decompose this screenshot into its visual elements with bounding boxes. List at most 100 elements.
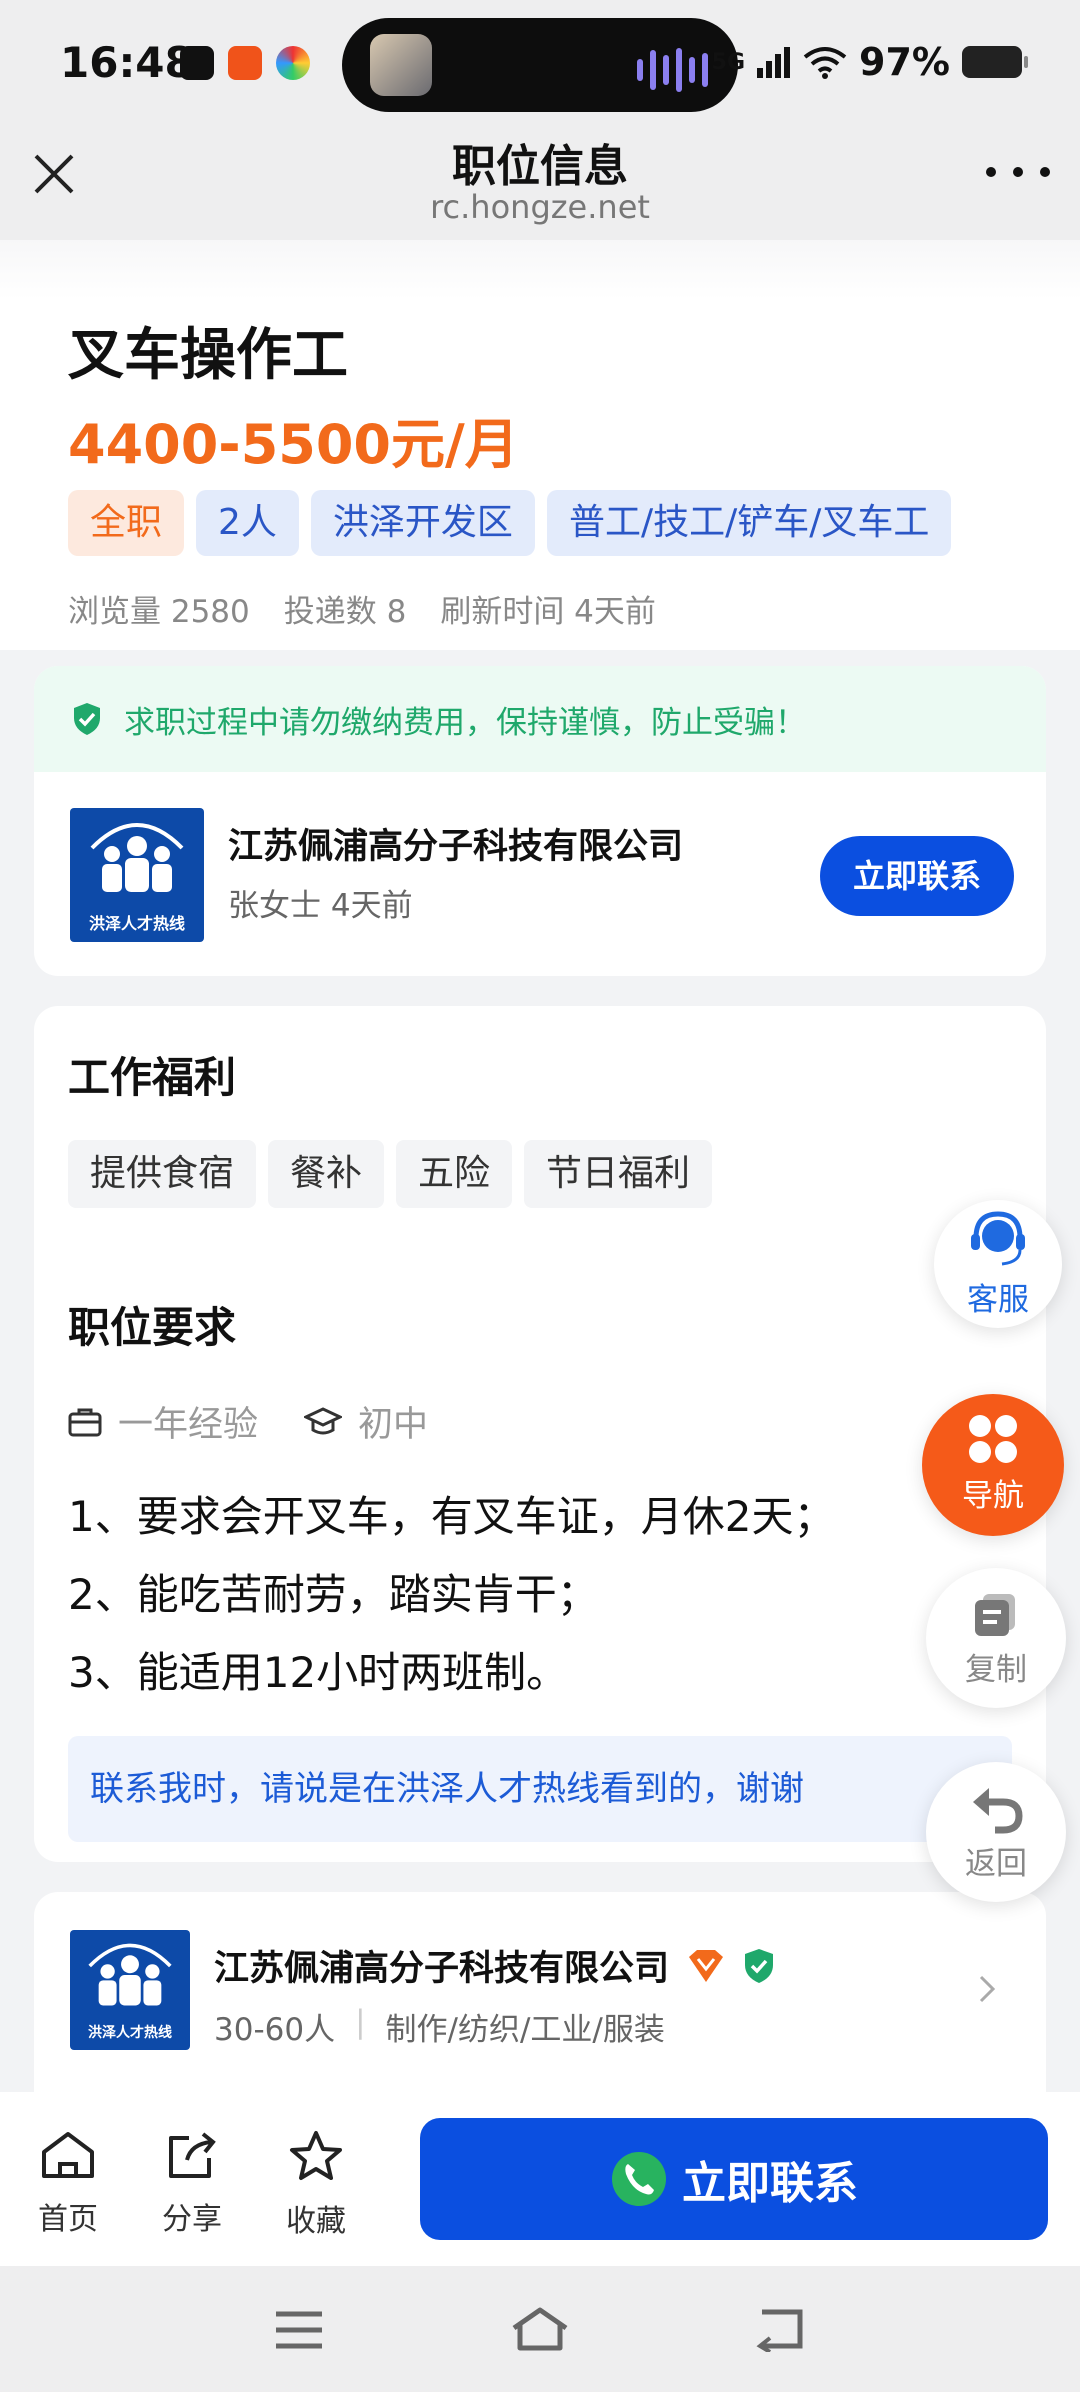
battery-icon [962,46,1028,78]
back-label: 返回 [965,1846,1027,1882]
dynamic-island [342,18,738,112]
company-card[interactable]: 洪泽人才热线 江苏佩浦高分子科技有限公司 30-60人 | 制作/纺织/工业/服… [34,1892,1046,2092]
job-salary: 4400-5500元/月 [68,413,519,476]
copy-icon [975,1594,1015,1636]
share-button[interactable]: 分享 [142,2130,242,2238]
share-label: 分享 [162,2202,222,2237]
experience-requirement: 一年经验 [118,1405,259,1445]
benefit-tag: 提供食宿 [68,1140,257,1208]
audio-wave-icon [637,48,708,92]
company-logo: 洪泽人才热线 [70,808,204,942]
menu-icon[interactable] [274,2310,324,2350]
copy-button[interactable]: 复制 [926,1568,1066,1708]
contact-person: 张女士 4天前 [228,888,413,924]
music-app-icon [180,46,214,80]
company-size: 30-60人 [214,2012,336,2048]
benefit-tag: 五险 [396,1140,513,1208]
view-count: 浏览量 2580 [68,594,250,630]
contact-now-primary-button[interactable]: 立即联系 [420,2118,1048,2240]
job-summary: 叉车操作工 4400-5500元/月 全职 2人 洪泽开发区 普工/技工/铲车/… [0,240,1080,650]
page-url: rc.hongze.net [430,188,650,226]
fraud-warning: 求职过程中请勿缴纳费用，保持谨慎，防止受骗！ [34,666,1046,772]
education-requirement: 初中 [358,1405,429,1445]
contact-now-button[interactable]: 立即联系 [820,836,1014,916]
job-stats: 浏览量 2580 投递数 8 刷新时间 4天前 [68,586,656,631]
job-tags: 全职 2人 洪泽开发区 普工/技工/铲车/叉车工 [68,490,952,556]
logo-text: 洪泽人才热线 [88,914,185,933]
job-tag: 全职 [68,490,185,556]
verified-shield-icon [745,1948,774,1983]
nav-label: 导航 [962,1478,1024,1514]
page-title: 职位信息 [452,141,628,192]
requirement-lines: 1、要求会开叉车，有叉车证，月休2天； 2、能吃苦耐劳，踏实肯干； 3、能适用1… [68,1478,835,1712]
requirement-line: 3、能适用12小时两班制。 [68,1648,569,1697]
service-label: 客服 [967,1282,1029,1318]
copy-label: 复制 [965,1652,1027,1688]
home-icon [42,2132,94,2178]
company-logo: 洪泽人才热线 [70,1930,190,2050]
chevron-right-icon [979,1975,996,2003]
people-logo-icon [90,823,184,892]
media-thumbnail [370,34,432,96]
meta-divider: | [355,2004,366,2040]
battery-percent: 97% [859,40,950,84]
home-nav-icon[interactable] [510,2306,570,2352]
application-count: 投递数 8 [283,594,407,630]
company-title-row: 江苏佩浦高分子科技有限公司 [214,1940,775,1991]
job-detail-content[interactable]: 叉车操作工 4400-5500元/月 全职 2人 洪泽开发区 普工/技工/铲车/… [0,240,1080,2092]
phone-icon [612,2152,666,2206]
warning-text: 求职过程中请勿缴纳费用，保持谨慎，防止受骗！ [124,704,806,741]
job-title: 叉车操作工 [68,323,348,388]
contact-now-label: 立即联系 [682,2158,858,2209]
home-button[interactable]: 首页 [18,2130,118,2238]
shield-check-icon [74,703,100,735]
benefit-tag: 节日福利 [524,1140,713,1208]
headset-icon [971,1211,1025,1266]
company-name: 江苏佩浦高分子科技有限公司 [214,1949,670,1989]
company-meta: 30-60人 | 制作/纺织/工业/服装 [214,2004,665,2049]
job-tag: 洪泽开发区 [310,490,535,556]
system-navigation-bar [0,2266,1080,2392]
requirement-line: 2、能吃苦耐劳，踏实肯干； [68,1570,599,1619]
status-bar: 16:48 5G 97% [0,0,1080,130]
briefcase-icon [68,1408,102,1436]
share-icon [169,2132,216,2178]
company-name: 江苏佩浦高分子科技有限公司 [228,827,684,867]
back-nav-icon[interactable] [756,2306,806,2352]
browser-header: 职位信息 rc.hongze.net [0,130,1080,240]
diamond-badge-icon [689,1949,724,1982]
job-tag: 2人 [196,490,299,556]
back-button[interactable]: 返回 [926,1762,1066,1902]
wifi-icon [803,47,847,79]
benefits-title: 工作福利 [68,1053,237,1102]
benefits-list: 提供食宿 餐补 五险 节日福利 [68,1140,713,1208]
requirement-meta: 一年经验 初中 [68,1396,428,1447]
network-label: 5G [711,49,746,75]
requirements-title: 职位要求 [68,1303,237,1352]
status-indicators: 5G 97% [711,40,1028,84]
contact-notice: 联系我时，请说是在洪泽人才热线看到的，谢谢 [68,1736,1012,1842]
favorite-label: 收藏 [286,2204,346,2239]
employer-card: 求职过程中请勿缴纳费用，保持谨慎，防止受骗！ 洪泽人才热线 江苏佩浦高分子科技有… [34,666,1046,976]
signal-icon [757,47,791,78]
refresh-time: 刷新时间 4天前 [440,594,656,630]
requirement-line: 1、要求会开叉车，有叉车证，月休2天； [68,1492,836,1541]
job-details-card: 工作福利 提供食宿 餐补 五险 节日福利 职位要求 一年经验 初中 1、要求会开… [34,1006,1046,1862]
favorite-button[interactable]: 收藏 [266,2130,366,2240]
company-industry: 制作/纺织/工业/服装 [385,2012,665,2048]
colorful-app-icon [276,46,310,80]
more-menu-button[interactable] [986,158,1050,186]
people-logo-icon [88,1943,172,2006]
status-time: 16:48 [60,38,194,87]
taobao-app-icon [228,46,262,80]
home-label: 首页 [38,2202,98,2237]
job-tag: 普工/技工/铲车/叉车工 [546,490,952,556]
benefit-tag: 餐补 [268,1140,385,1208]
graduation-cap-icon [304,1406,343,1434]
bottom-action-bar: 首页 分享 收藏 立即联系 [0,2092,1080,2266]
navigation-button[interactable]: 导航 [922,1394,1064,1536]
star-icon [290,2131,342,2180]
customer-service-button[interactable]: 客服 [934,1200,1062,1328]
grid-icon [969,1415,1017,1463]
return-arrow-icon [973,1788,1023,1834]
